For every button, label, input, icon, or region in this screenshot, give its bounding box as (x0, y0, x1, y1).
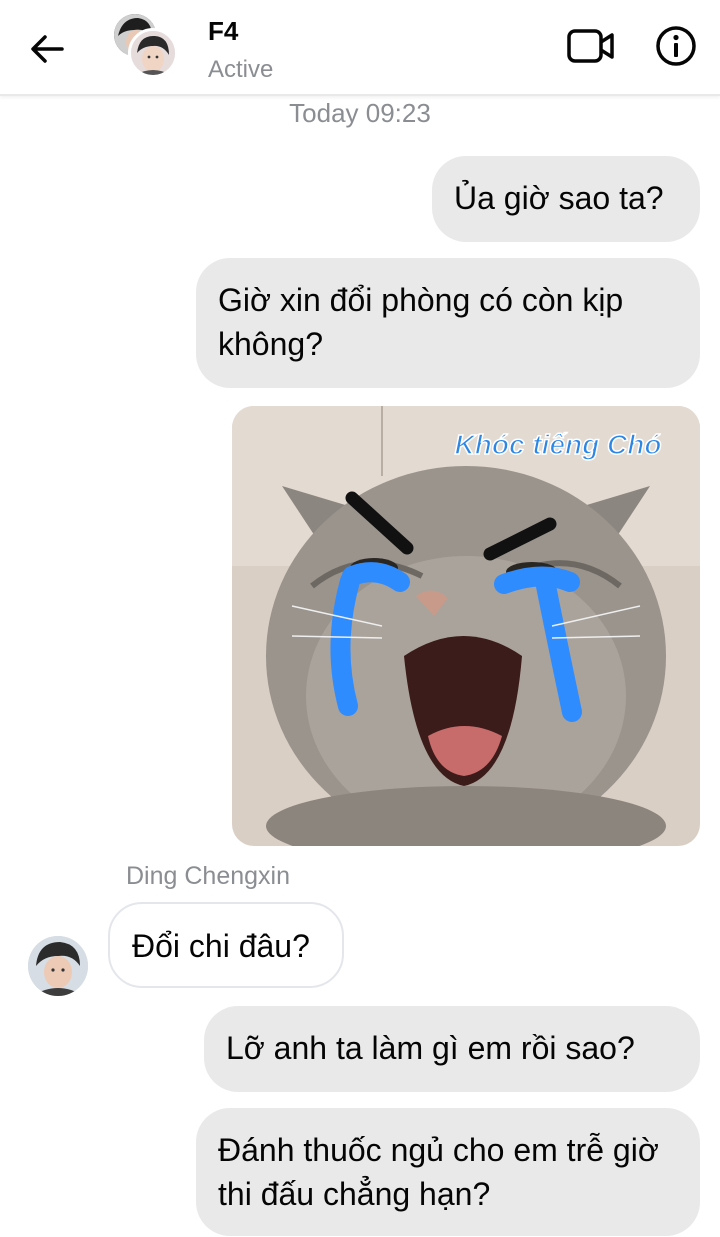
chat-title[interactable]: F4 (208, 16, 238, 47)
crying-cat-sticker[interactable]: Khóc tiếng Chó (232, 406, 700, 846)
sender-name: Ding Chengxin (126, 862, 290, 890)
outgoing-message[interactable]: Lỡ anh ta làm gì em rồi sao? (204, 1006, 700, 1092)
avatar[interactable] (28, 936, 88, 996)
back-button[interactable] (22, 24, 72, 74)
info-button[interactable] (654, 24, 698, 68)
video-camera-icon (567, 29, 614, 63)
outgoing-message[interactable]: Đánh thuốc ngủ cho em trễ giờ thi đấu ch… (196, 1108, 700, 1236)
chat-header: F4 Active (0, 0, 720, 96)
arrow-left-icon (31, 35, 64, 63)
sticker-caption: Khóc tiếng Chó (455, 429, 662, 460)
outgoing-message[interactable]: Giờ xin đổi phòng có còn kịp không? (196, 258, 700, 388)
active-status: Active (208, 56, 274, 83)
outgoing-message[interactable]: Ủa giờ sao ta? (432, 156, 700, 242)
cat-image (266, 466, 666, 846)
avatar (128, 28, 178, 78)
video-call-button[interactable] (566, 26, 616, 66)
incoming-message[interactable]: Đổi chi đâu? (108, 902, 344, 988)
info-icon (656, 26, 696, 66)
message-timestamp: Today 09:23 (289, 98, 431, 128)
group-avatar[interactable] (114, 14, 180, 80)
